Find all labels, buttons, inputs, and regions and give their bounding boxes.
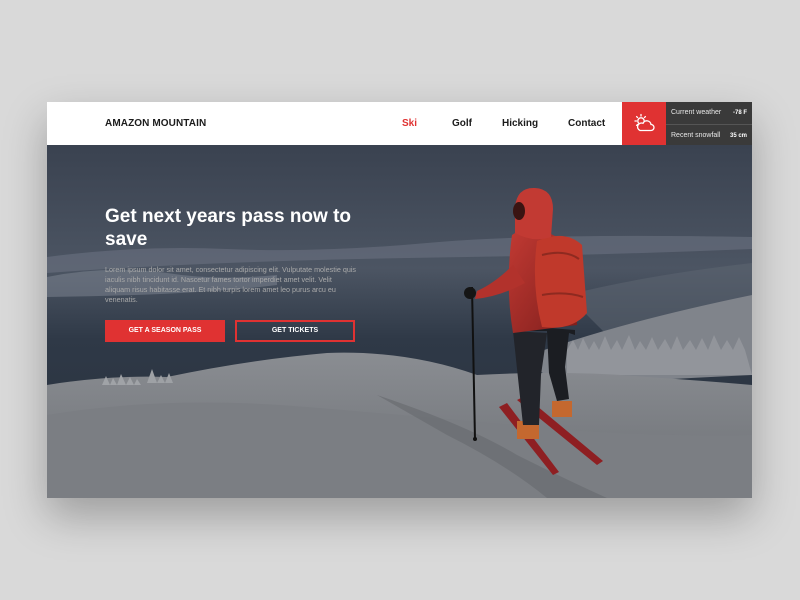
nav-item-ski[interactable]: Ski [402,118,417,129]
recent-snowfall-value: 35 cm [729,133,747,139]
recent-snowfall-row: Recent snowfall 35 cm [666,124,752,145]
browser-frame: AMAZON MOUNTAIN Ski Golf Hicking Contact… [47,102,752,498]
hero-section: Get next years pass now to save Lorem ip… [47,145,752,498]
current-weather-value: -78 F [732,110,747,116]
season-pass-button[interactable]: GET A SEASON PASS [105,320,225,342]
hero-body-text: Lorem ipsum dolor sit amet, consectetur … [105,265,357,304]
nav-item-golf[interactable]: Golf [452,118,472,129]
get-tickets-button[interactable]: GET TICKETS [235,320,355,342]
current-weather-label: Current weather [671,109,722,116]
nav-item-contact[interactable]: Contact [568,118,605,129]
brand-logo[interactable]: AMAZON MOUNTAIN [105,118,206,129]
current-weather-row: Current weather -78 F [666,102,752,123]
partly-cloudy-icon [634,113,655,132]
weather-button[interactable] [622,102,666,145]
site-header: AMAZON MOUNTAIN Ski Golf Hicking Contact… [47,102,752,145]
weather-panel: Current weather -78 F Recent snowfall 35… [666,102,752,145]
nav-item-hicking[interactable]: Hicking [502,118,538,129]
hero-headline: Get next years pass now to save [105,206,352,250]
recent-snowfall-label: Recent snowfall [671,132,721,139]
